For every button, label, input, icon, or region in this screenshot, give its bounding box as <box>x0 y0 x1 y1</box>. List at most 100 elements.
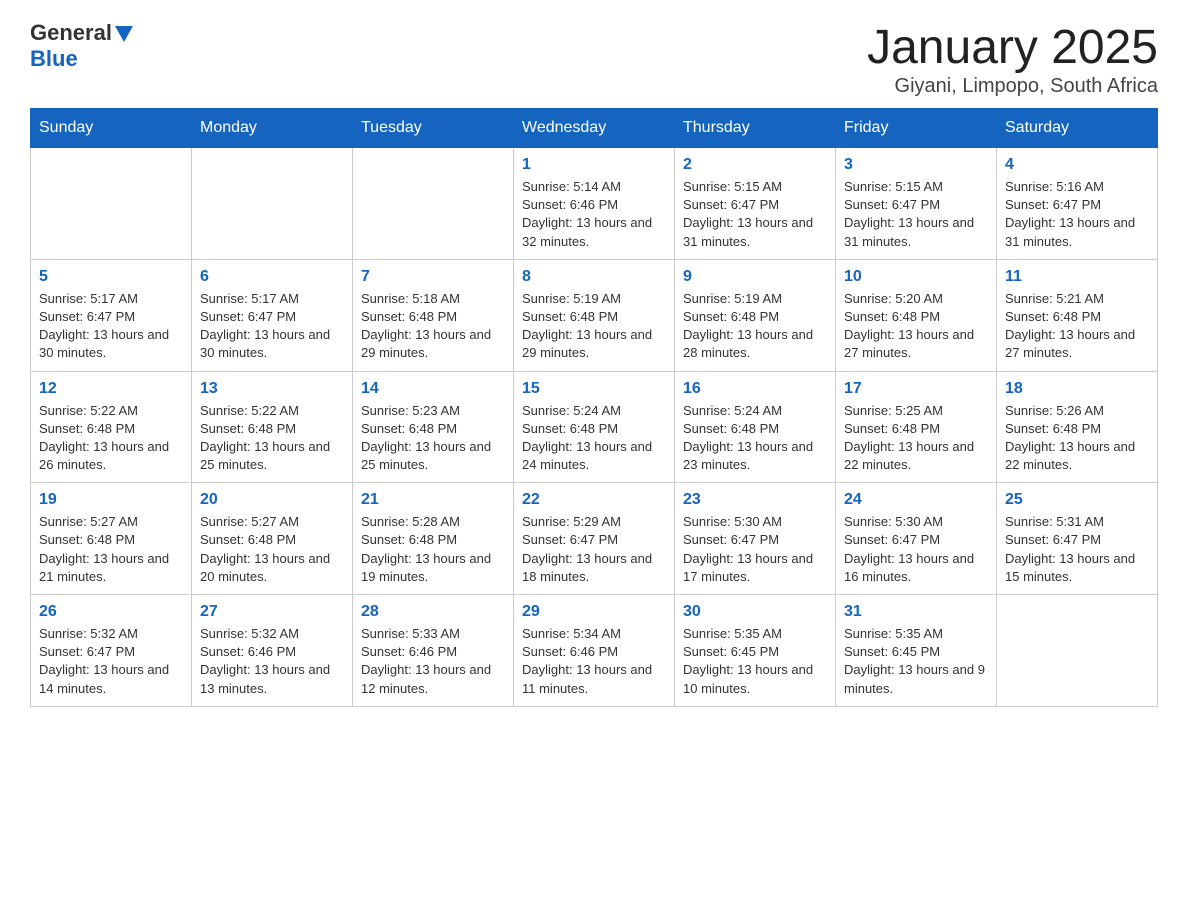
calendar-cell: 27 Sunrise: 5:32 AM Sunset: 6:46 PM Dayli… <box>192 595 353 707</box>
calendar-cell: 8 Sunrise: 5:19 AM Sunset: 6:48 PM Daylig… <box>514 259 675 371</box>
day-info: Sunrise: 5:27 AM Sunset: 6:48 PM Dayligh… <box>39 513 183 586</box>
day-info: Sunrise: 5:29 AM Sunset: 6:47 PM Dayligh… <box>522 513 666 586</box>
day-info: Sunrise: 5:19 AM Sunset: 6:48 PM Dayligh… <box>683 290 827 363</box>
calendar-cell: 28 Sunrise: 5:33 AM Sunset: 6:46 PM Dayli… <box>353 595 514 707</box>
day-number: 23 <box>683 491 827 509</box>
day-number: 16 <box>683 380 827 398</box>
calendar-cell: 31 Sunrise: 5:35 AM Sunset: 6:45 PM Dayli… <box>836 595 997 707</box>
calendar-cell: 18 Sunrise: 5:26 AM Sunset: 6:48 PM Dayli… <box>997 371 1158 483</box>
calendar-cell: 10 Sunrise: 5:20 AM Sunset: 6:48 PM Dayli… <box>836 259 997 371</box>
day-number: 19 <box>39 491 183 509</box>
day-number: 6 <box>200 268 344 286</box>
day-info: Sunrise: 5:35 AM Sunset: 6:45 PM Dayligh… <box>844 625 988 698</box>
day-info: Sunrise: 5:33 AM Sunset: 6:46 PM Dayligh… <box>361 625 505 698</box>
calendar-cell: 12 Sunrise: 5:22 AM Sunset: 6:48 PM Dayli… <box>31 371 192 483</box>
weekday-header-saturday: Saturday <box>997 109 1158 148</box>
logo-general-text: General <box>30 20 112 46</box>
day-info: Sunrise: 5:32 AM Sunset: 6:46 PM Dayligh… <box>200 625 344 698</box>
day-info: Sunrise: 5:30 AM Sunset: 6:47 PM Dayligh… <box>844 513 988 586</box>
day-number: 13 <box>200 380 344 398</box>
day-info: Sunrise: 5:34 AM Sunset: 6:46 PM Dayligh… <box>522 625 666 698</box>
calendar-cell: 5Sunrise: 5:17 AM Sunset: 6:47 PM Daylig… <box>31 259 192 371</box>
day-number: 4 <box>1005 156 1149 174</box>
weekday-header-monday: Monday <box>192 109 353 148</box>
day-info: Sunrise: 5:19 AM Sunset: 6:48 PM Dayligh… <box>522 290 666 363</box>
calendar-week-3: 12 Sunrise: 5:22 AM Sunset: 6:48 PM Dayli… <box>31 371 1158 483</box>
page-header: General Blue January 2025 Giyani, Limpop… <box>30 20 1158 98</box>
day-number: 8 <box>522 268 666 286</box>
calendar-cell: 13 Sunrise: 5:22 AM Sunset: 6:48 PM Dayli… <box>192 371 353 483</box>
day-number: 14 <box>361 380 505 398</box>
day-number: 27 <box>200 603 344 621</box>
calendar-week-1: 1 Sunrise: 5:14 AM Sunset: 6:46 PM Daylig… <box>31 148 1158 260</box>
day-number: 7 <box>361 268 505 286</box>
day-number: 10 <box>844 268 988 286</box>
day-number: 11 <box>1005 268 1149 286</box>
logo-blue-text: Blue <box>30 46 78 72</box>
day-number: 15 <box>522 380 666 398</box>
calendar-cell: 25 Sunrise: 5:31 AM Sunset: 6:47 PM Dayli… <box>997 483 1158 595</box>
weekday-header-thursday: Thursday <box>675 109 836 148</box>
location-subtitle: Giyani, Limpopo, South Africa <box>867 75 1158 98</box>
day-info: Sunrise: 5:32 AM Sunset: 6:47 PM Dayligh… <box>39 625 183 698</box>
day-info: Sunrise: 5:25 AM Sunset: 6:48 PM Dayligh… <box>844 402 988 475</box>
calendar-cell: 30Sunrise: 5:35 AM Sunset: 6:45 PM Dayli… <box>675 595 836 707</box>
day-number: 24 <box>844 491 988 509</box>
calendar-cell: 3Sunrise: 5:15 AM Sunset: 6:47 PM Daylig… <box>836 148 997 260</box>
calendar-cell: 26 Sunrise: 5:32 AM Sunset: 6:47 PM Dayli… <box>31 595 192 707</box>
day-info: Sunrise: 5:28 AM Sunset: 6:48 PM Dayligh… <box>361 513 505 586</box>
day-number: 17 <box>844 380 988 398</box>
weekday-header-tuesday: Tuesday <box>353 109 514 148</box>
day-info: Sunrise: 5:17 AM Sunset: 6:47 PM Dayligh… <box>39 290 183 363</box>
calendar-cell: 14 Sunrise: 5:23 AM Sunset: 6:48 PM Dayli… <box>353 371 514 483</box>
day-info: Sunrise: 5:21 AM Sunset: 6:48 PM Dayligh… <box>1005 290 1149 363</box>
calendar-cell: 20Sunrise: 5:27 AM Sunset: 6:48 PM Dayli… <box>192 483 353 595</box>
day-number: 29 <box>522 603 666 621</box>
calendar-cell: 29 Sunrise: 5:34 AM Sunset: 6:46 PM Dayli… <box>514 595 675 707</box>
day-info: Sunrise: 5:16 AM Sunset: 6:47 PM Dayligh… <box>1005 178 1149 251</box>
calendar-cell: 23 Sunrise: 5:30 AM Sunset: 6:47 PM Dayli… <box>675 483 836 595</box>
day-info: Sunrise: 5:26 AM Sunset: 6:48 PM Dayligh… <box>1005 402 1149 475</box>
day-number: 30 <box>683 603 827 621</box>
weekday-header-wednesday: Wednesday <box>514 109 675 148</box>
day-info: Sunrise: 5:22 AM Sunset: 6:48 PM Dayligh… <box>200 402 344 475</box>
calendar-cell: 9Sunrise: 5:19 AM Sunset: 6:48 PM Daylig… <box>675 259 836 371</box>
calendar-cell: 6 Sunrise: 5:17 AM Sunset: 6:47 PM Daylig… <box>192 259 353 371</box>
day-number: 20 <box>200 491 344 509</box>
calendar-cell: 4 Sunrise: 5:16 AM Sunset: 6:47 PM Daylig… <box>997 148 1158 260</box>
day-info: Sunrise: 5:22 AM Sunset: 6:48 PM Dayligh… <box>39 402 183 475</box>
day-number: 22 <box>522 491 666 509</box>
day-info: Sunrise: 5:30 AM Sunset: 6:47 PM Dayligh… <box>683 513 827 586</box>
calendar-cell <box>192 148 353 260</box>
weekday-header-sunday: Sunday <box>31 109 192 148</box>
day-number: 31 <box>844 603 988 621</box>
day-number: 18 <box>1005 380 1149 398</box>
title-block: January 2025 Giyani, Limpopo, South Afri… <box>867 20 1158 98</box>
calendar-cell <box>353 148 514 260</box>
calendar-cell: 24 Sunrise: 5:30 AM Sunset: 6:47 PM Dayli… <box>836 483 997 595</box>
day-number: 26 <box>39 603 183 621</box>
day-info: Sunrise: 5:23 AM Sunset: 6:48 PM Dayligh… <box>361 402 505 475</box>
calendar-cell <box>997 595 1158 707</box>
day-info: Sunrise: 5:24 AM Sunset: 6:48 PM Dayligh… <box>683 402 827 475</box>
day-number: 25 <box>1005 491 1149 509</box>
logo: General Blue <box>30 20 133 72</box>
day-info: Sunrise: 5:31 AM Sunset: 6:47 PM Dayligh… <box>1005 513 1149 586</box>
day-info: Sunrise: 5:20 AM Sunset: 6:48 PM Dayligh… <box>844 290 988 363</box>
day-info: Sunrise: 5:14 AM Sunset: 6:46 PM Dayligh… <box>522 178 666 251</box>
weekday-header-row: SundayMondayTuesdayWednesdayThursdayFrid… <box>31 109 1158 148</box>
calendar-cell: 2Sunrise: 5:15 AM Sunset: 6:47 PM Daylig… <box>675 148 836 260</box>
day-number: 1 <box>522 156 666 174</box>
calendar-week-2: 5Sunrise: 5:17 AM Sunset: 6:47 PM Daylig… <box>31 259 1158 371</box>
day-info: Sunrise: 5:24 AM Sunset: 6:48 PM Dayligh… <box>522 402 666 475</box>
calendar-cell: 16 Sunrise: 5:24 AM Sunset: 6:48 PM Dayli… <box>675 371 836 483</box>
day-number: 28 <box>361 603 505 621</box>
day-info: Sunrise: 5:17 AM Sunset: 6:47 PM Dayligh… <box>200 290 344 363</box>
calendar-cell: 21Sunrise: 5:28 AM Sunset: 6:48 PM Dayli… <box>353 483 514 595</box>
day-number: 12 <box>39 380 183 398</box>
weekday-header-friday: Friday <box>836 109 997 148</box>
calendar-cell: 7Sunrise: 5:18 AM Sunset: 6:48 PM Daylig… <box>353 259 514 371</box>
calendar-week-5: 26 Sunrise: 5:32 AM Sunset: 6:47 PM Dayli… <box>31 595 1158 707</box>
day-info: Sunrise: 5:15 AM Sunset: 6:47 PM Dayligh… <box>683 178 827 251</box>
logo-arrow-icon <box>115 26 133 42</box>
